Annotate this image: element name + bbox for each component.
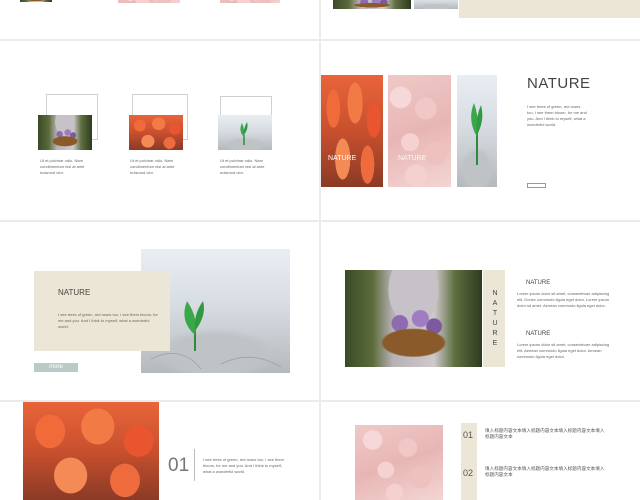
section-body: Lorem ipsum dolor sit amet, consectetuer… bbox=[517, 342, 610, 359]
item-number: 01 bbox=[463, 430, 474, 440]
photo-sprout bbox=[457, 75, 497, 187]
photo-hydrangea bbox=[355, 425, 443, 500]
divider bbox=[194, 449, 195, 481]
photo-hydrangea bbox=[388, 75, 451, 187]
section-body: Lorem ipsum dolor sit amet, consectetuer… bbox=[517, 291, 610, 308]
slide-nature-vertical[interactable]: N A T U R E NATURE Lorem ipsum dolor sit… bbox=[321, 222, 640, 400]
photo-basket bbox=[20, 0, 52, 2]
photo-label: NATURE bbox=[328, 155, 357, 162]
sprout-icon bbox=[240, 122, 248, 145]
photo-tulips bbox=[129, 115, 183, 150]
photo-basket bbox=[38, 115, 92, 150]
slide-body: I see trees of green, red roses too, I s… bbox=[58, 312, 158, 329]
section-number: 01 bbox=[168, 455, 190, 476]
slide-top-right[interactable] bbox=[321, 0, 640, 39]
caption-2: Ut et pulvinar odio. Nam condimentum nis… bbox=[130, 158, 175, 175]
slide-numbered-list[interactable]: 01 填入标题内容文本填入标题内容文本填入标题内容文本填入标题内容文本 02 填… bbox=[321, 402, 640, 500]
more-button[interactable] bbox=[527, 183, 546, 188]
slide-body: I see trees of green, red roses too, I s… bbox=[527, 104, 587, 127]
slide-gallery-three[interactable]: Ut et pulvinar odio. Nam condimentum nis… bbox=[0, 41, 319, 220]
slide-title: NATURE bbox=[58, 288, 91, 297]
slide-nature-strips[interactable]: NATURE NATURE NATURE I see trees of gree… bbox=[321, 41, 640, 220]
item-number: 02 bbox=[463, 468, 474, 478]
vertical-title: N A T U R E bbox=[492, 290, 498, 347]
caption-3: Ut et pulvinar odio. Nam condimentum nis… bbox=[220, 158, 265, 175]
slide-number-01[interactable]: 01 I see trees of green, red roses too, … bbox=[0, 402, 319, 500]
photo-tulips bbox=[23, 402, 159, 500]
slide-top-left[interactable] bbox=[0, 0, 319, 39]
item-text: 填入标题内容文本填入标题内容文本填入标题内容文本填入标题内容文本 bbox=[485, 466, 605, 478]
item-text: 填入标题内容文本填入标题内容文本填入标题内容文本填入标题内容文本 bbox=[485, 428, 605, 440]
section-title: NATURE bbox=[526, 280, 551, 286]
slide-nature-feature[interactable]: NATURE I see trees of green, red roses t… bbox=[0, 222, 319, 400]
photo-basket bbox=[333, 0, 411, 9]
photo-label: NATURE bbox=[398, 155, 427, 162]
text-panel bbox=[34, 271, 170, 351]
section-title: NATURE bbox=[526, 331, 551, 337]
photo-hydrangea bbox=[220, 0, 280, 3]
caption-1: Ut et pulvinar odio. Nam condimentum nis… bbox=[40, 158, 85, 175]
photo-basket bbox=[345, 270, 482, 367]
photo-sprout bbox=[414, 0, 458, 9]
more-button[interactable]: more bbox=[34, 363, 78, 372]
photo-sprout bbox=[218, 115, 272, 150]
section-body: I see trees of green, red roses too, I s… bbox=[203, 457, 284, 474]
slide-title: NATURE bbox=[527, 75, 591, 92]
beige-panel bbox=[459, 0, 640, 18]
sprout-icon bbox=[471, 103, 483, 165]
photo-hydrangea bbox=[118, 0, 180, 3]
photo-tulips bbox=[321, 75, 383, 187]
